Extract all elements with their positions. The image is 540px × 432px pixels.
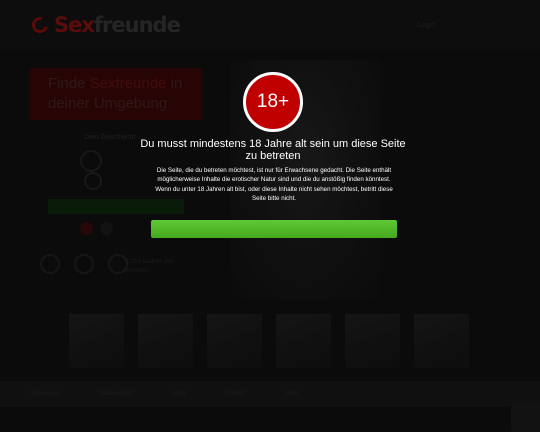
age-gate-overlay <box>0 0 540 432</box>
age-badge-text: 18+ <box>256 91 290 112</box>
age-gate-description: Die Seite, die du betreten möchtest, ist… <box>155 167 393 203</box>
page: Sexfreunde Login Finde Sexfreunde in dei… <box>0 0 540 432</box>
age-18-badge: 18+ <box>243 72 303 132</box>
enter-site-button[interactable] <box>151 220 397 238</box>
age-gate-title: Du musst mindestens 18 Jahre alt sein um… <box>140 138 406 162</box>
